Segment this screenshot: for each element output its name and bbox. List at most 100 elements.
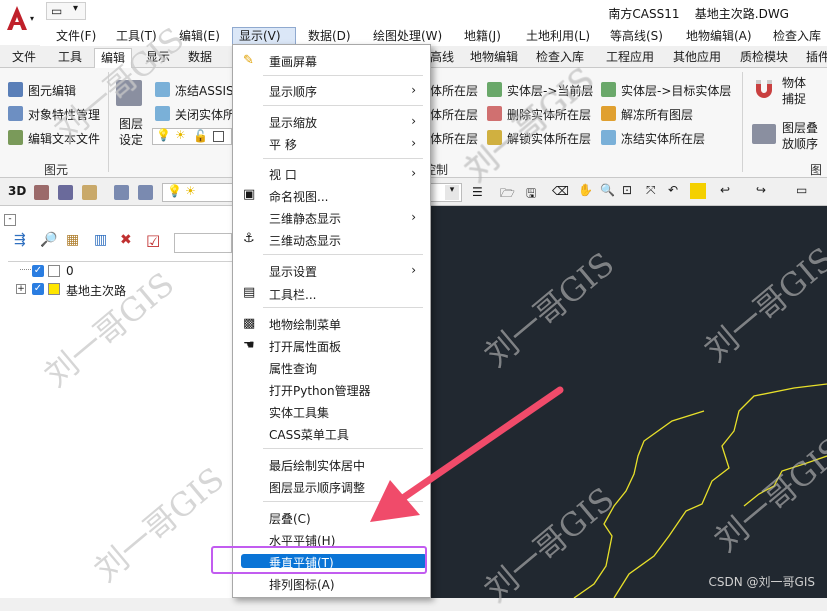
window-icon[interactable]: ▭ bbox=[796, 183, 807, 197]
menu-item-entity-toolset[interactable]: 实体工具集 bbox=[269, 404, 329, 421]
ribbon-close-entity[interactable]: 关闭实体所 bbox=[175, 106, 235, 123]
ribbon-layer-order[interactable]: 图层叠放顺序 bbox=[782, 120, 822, 152]
checkbox-icon[interactable]: ✓ bbox=[32, 283, 44, 295]
3d-icon[interactable]: 3D bbox=[8, 184, 26, 198]
chevron-down-icon[interactable]: ▾ bbox=[73, 3, 78, 14]
lineweight-icon[interactable]: ☰ bbox=[472, 185, 483, 199]
tab-display[interactable]: 显示 bbox=[140, 48, 176, 68]
zoom-previous-icon[interactable]: ↶ bbox=[668, 183, 678, 197]
properties-icon[interactable] bbox=[690, 183, 706, 199]
save-icon[interactable]: 🖫 bbox=[526, 184, 536, 205]
menu-item-open-properties[interactable]: 打开属性面板 bbox=[269, 338, 341, 355]
menu-item-arrange-icons[interactable]: 排列图标(A) bbox=[269, 576, 335, 593]
ribbon-layer-item3[interactable]: 体所在层 bbox=[430, 130, 478, 147]
quick-access-toolbar[interactable]: ▭ ▾ bbox=[46, 2, 86, 20]
menu-item-cass-menu-tools[interactable]: CASS菜单工具 bbox=[269, 426, 349, 443]
ribbon-unlock-entity-layer[interactable]: 解锁实体所在层 bbox=[507, 130, 591, 147]
erase-icon[interactable]: ⌫ bbox=[552, 184, 569, 198]
filter-icon[interactable]: ▦ bbox=[66, 232, 79, 248]
menu-item-viewport[interactable]: 视 口 bbox=[269, 166, 297, 183]
menu-check[interactable]: 检查入库 bbox=[767, 27, 827, 45]
ribbon-layer-item2[interactable]: 体所在层 bbox=[430, 106, 478, 123]
view-icon[interactable] bbox=[58, 185, 73, 200]
menu-item-query-properties[interactable]: 属性查询 bbox=[269, 360, 317, 377]
menu-feature-edit[interactable]: 地物编辑(A) bbox=[680, 27, 758, 45]
tree-item-base-road[interactable]: 基地主次路 bbox=[66, 282, 126, 299]
tree-item-layer-0[interactable]: 0 bbox=[66, 264, 74, 278]
tab-data[interactable]: 数据 bbox=[182, 48, 218, 68]
menu-item-display-settings[interactable]: 显示设置 bbox=[269, 263, 317, 280]
expand-icon[interactable]: + bbox=[16, 284, 26, 294]
zoom-realtime-icon[interactable]: 🔍 bbox=[600, 183, 615, 197]
tab-tools[interactable]: 工具 bbox=[52, 48, 88, 68]
layer-state-combo[interactable]: 💡 ☀ 🔓 bbox=[152, 128, 232, 145]
search-input[interactable] bbox=[174, 233, 232, 253]
menu-edit[interactable]: 编辑(E) bbox=[173, 27, 226, 45]
menu-drawing[interactable]: 绘图处理(W) bbox=[367, 27, 448, 45]
menu-display[interactable]: 显示(V) bbox=[232, 27, 296, 45]
menu-item-layer-order[interactable]: 图层显示顺序调整 bbox=[269, 479, 365, 496]
menu-item-toolbars[interactable]: 工具栏... bbox=[269, 286, 316, 303]
ribbon-freeze-entity-layer[interactable]: 冻结实体所在层 bbox=[621, 130, 705, 147]
ribbon-delete-entity-layer[interactable]: 删除实体所在层 bbox=[507, 106, 591, 123]
ribbon-edit-textfile[interactable]: 编辑文本文件 bbox=[28, 130, 100, 147]
checkbox-icon[interactable]: ✓ bbox=[32, 265, 44, 277]
undo-icon[interactable]: ↩ bbox=[720, 183, 730, 197]
ribbon-entity-edit[interactable]: 图元编辑 bbox=[28, 82, 76, 99]
menu-item-feature-draw[interactable]: 地物绘制菜单 bbox=[269, 316, 341, 333]
chevron-down-icon[interactable]: ▾ bbox=[445, 185, 459, 200]
shade-icon[interactable] bbox=[82, 185, 97, 200]
application-button[interactable]: ▾ bbox=[0, 0, 40, 45]
tab-other[interactable]: 其他应用 bbox=[667, 48, 727, 68]
tab-edit[interactable]: 编辑 bbox=[94, 48, 133, 68]
pan-hand-icon[interactable]: ✋ bbox=[578, 183, 593, 197]
tab-engineering[interactable]: 工程应用 bbox=[600, 48, 660, 68]
collapse-icon[interactable]: - bbox=[4, 214, 16, 226]
redo-icon[interactable]: ↪ bbox=[756, 183, 766, 197]
layer-icon[interactable] bbox=[114, 185, 129, 200]
open-folder-icon[interactable]: ▭ bbox=[51, 4, 62, 18]
zoom-extents-icon[interactable]: ⤧ bbox=[646, 183, 656, 198]
tab-qc[interactable]: 质检模块 bbox=[734, 48, 794, 68]
menu-data[interactable]: 数据(D) bbox=[302, 27, 357, 45]
menu-item-pan[interactable]: 平 移 bbox=[269, 136, 297, 153]
menu-item-3d-dynamic[interactable]: 三维动态显示 bbox=[269, 232, 341, 249]
menu-item-python-manager[interactable]: 打开Python管理器 bbox=[269, 382, 371, 399]
menu-tools[interactable]: 工具(T) bbox=[110, 27, 163, 45]
open-icon[interactable]: 🗁 bbox=[500, 184, 515, 205]
ribbon-object-properties[interactable]: 对象特性管理 bbox=[28, 106, 100, 123]
delete-icon[interactable]: ✖ bbox=[120, 232, 132, 248]
menu-item-zoom[interactable]: 显示缩放 bbox=[269, 114, 317, 131]
ribbon-object-snap[interactable]: 物体捕捉 bbox=[782, 75, 808, 107]
ribbon-layer-item1[interactable]: 体所在层 bbox=[430, 82, 478, 99]
table-icon[interactable]: ▥ bbox=[94, 232, 107, 248]
edit-entity-icon bbox=[8, 82, 23, 97]
tab-feature-edit[interactable]: 地物编辑 bbox=[464, 48, 524, 68]
menu-bar: 文件(F) 工具(T) 编辑(E) 显示(V) 数据(D) 绘图处理(W) 地籍… bbox=[40, 26, 827, 46]
menu-item-named-view[interactable]: 命名视图... bbox=[269, 188, 328, 205]
menu-item-3d-static[interactable]: 三维静态显示 bbox=[269, 210, 341, 227]
check-icon[interactable]: ☑ bbox=[146, 232, 160, 251]
menu-item-redraw[interactable]: 重画屏幕 bbox=[269, 53, 317, 70]
menu-landuse[interactable]: 土地利用(L) bbox=[520, 27, 596, 45]
tab-file[interactable]: 文件 bbox=[6, 48, 42, 68]
menu-item-cascade[interactable]: 层叠(C) bbox=[269, 510, 311, 527]
menu-cadastre[interactable]: 地籍(J) bbox=[458, 27, 507, 45]
menu-item-display-order[interactable]: 显示顺序 bbox=[269, 83, 317, 100]
layer-state-icon[interactable] bbox=[138, 185, 153, 200]
ribbon-thaw-all[interactable]: 解冻所有图层 bbox=[621, 106, 693, 123]
layer-tool-icon[interactable]: ⇶ bbox=[14, 232, 26, 248]
render-icon[interactable] bbox=[34, 185, 49, 200]
tab-check[interactable]: 检查入库 bbox=[530, 48, 590, 68]
tab-plugins[interactable]: 插件 bbox=[800, 48, 827, 68]
menu-file[interactable]: 文件(F) bbox=[50, 27, 102, 45]
ribbon-layer-settings[interactable]: 图层设定 bbox=[119, 116, 147, 148]
search-layer-icon[interactable]: 🔎 bbox=[40, 232, 57, 248]
ribbon-entity-to-current[interactable]: 实体层->当前层 bbox=[507, 82, 593, 99]
ribbon-entity-to-target[interactable]: 实体层->目标实体层 bbox=[621, 82, 731, 99]
ribbon-freeze-assist[interactable]: 冻结ASSIS bbox=[175, 82, 234, 99]
zoom-window-icon[interactable]: ⊡ bbox=[622, 183, 632, 197]
menu-item-center-last[interactable]: 最后绘制实体居中 bbox=[269, 457, 365, 474]
layer-current-icon bbox=[487, 82, 502, 97]
menu-contour[interactable]: 等高线(S) bbox=[604, 27, 669, 45]
